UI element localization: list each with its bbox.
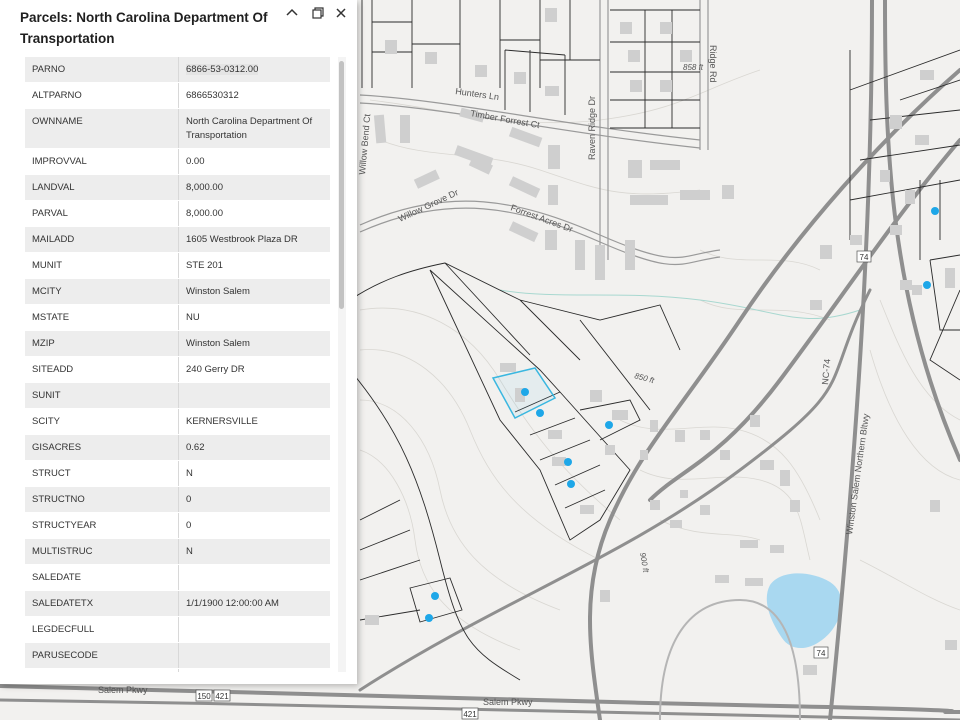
- attribute-value: 1605 Westbrook Plaza DR: [178, 226, 330, 253]
- attribute-value: 1/1/1900 12:00:00 AM: [178, 590, 330, 617]
- attribute-key: ALTPARNO: [25, 82, 179, 109]
- attribute-value: KERNERSVILLE: [178, 408, 330, 435]
- attribute-value: STE 201: [178, 252, 330, 279]
- attribute-row: GISACRES 0.62: [25, 434, 330, 461]
- attribute-row: MULTISTRUC N: [25, 538, 330, 565]
- attribute-row: PARNO 6866-53-0312.00: [25, 57, 330, 83]
- attribute-value: NU: [178, 304, 330, 331]
- attribute-row: STRUCTNO 0: [25, 486, 330, 513]
- attribute-value: [178, 564, 330, 591]
- shield-74-south: 74: [817, 649, 826, 658]
- attribute-key: MAILADD: [25, 226, 179, 253]
- attribute-row: OWNNAME North Carolina Department Of Tran…: [25, 108, 330, 149]
- attribute-key: MULTISTRUC: [25, 538, 179, 565]
- attribute-key: LEGDECFULL: [25, 616, 179, 643]
- attribute-row: STRUCTYEAR 0: [25, 512, 330, 539]
- attribute-row: MUNIT STE 201: [25, 252, 330, 279]
- attribute-row: SUNIT: [25, 382, 330, 409]
- popup-header: Parcels: North Carolina Department Of Tr…: [0, 0, 357, 56]
- attribute-key: MZIP: [25, 330, 179, 357]
- attribute-value: 0.00: [178, 148, 330, 175]
- attribute-row: MZIP Winston Salem: [25, 330, 330, 357]
- attribute-value: Winston Salem: [178, 278, 330, 305]
- popup-title: Parcels: North Carolina Department Of Tr…: [20, 10, 268, 46]
- attribute-key: STRUCTNO: [25, 486, 179, 513]
- attribute-key: SALEDATETX: [25, 590, 179, 617]
- attribute-row: SALEDATETX 1/1/1900 12:00:00 AM: [25, 590, 330, 617]
- chevron-up-icon[interactable]: [284, 6, 300, 22]
- label-raven-ridge-dr: Raven Ridge Dr: [587, 96, 597, 160]
- attribute-key: MUNIT: [25, 252, 179, 279]
- attribute-row: PARUSEDESC1.05-Manuf Homes: [25, 668, 330, 672]
- attribute-value: 1.05-Manuf Homes: [178, 668, 330, 672]
- attribute-key: OWNNAME: [25, 108, 179, 149]
- attribute-key: PARUSECODE: [25, 642, 179, 669]
- close-icon[interactable]: [333, 6, 349, 22]
- attribute-value: N: [178, 538, 330, 565]
- attribute-key: MSTATE: [25, 304, 179, 331]
- attribute-row: ALTPARNO 6866530312: [25, 82, 330, 109]
- attribute-row: SITEADD 240 Gerry DR: [25, 356, 330, 383]
- attribute-value: 0.62: [178, 434, 330, 461]
- attribute-key: LANDVAL: [25, 174, 179, 201]
- label-salem-pkwy-1: Salem Pkwy: [98, 685, 148, 695]
- scrollbar-thumb[interactable]: [339, 61, 344, 309]
- highlighted-value: 6866-53-0312.00: [186, 64, 259, 75]
- attribute-key: PARVAL: [25, 200, 179, 227]
- attribute-value: 0: [178, 486, 330, 513]
- attribute-key: STRUCT: [25, 460, 179, 487]
- attribute-table: PARNO 6866-53-0312.00 ALTPARNO 6866530312 OW…: [25, 57, 330, 672]
- popup-scrollbar[interactable]: [338, 57, 346, 672]
- attribute-key: PARNO: [25, 57, 179, 83]
- attribute-key: SCITY: [25, 408, 179, 435]
- attribute-key: MCITY: [25, 278, 179, 305]
- popup-panel: Parcels: North Carolina Department Of Tr…: [0, 0, 357, 684]
- shield-421-east: 421: [463, 710, 477, 719]
- attribute-value: 8,000.00: [178, 174, 330, 201]
- attribute-row: SALEDATE: [25, 564, 330, 591]
- label-ridge-rd: Ridge Rd: [708, 45, 718, 83]
- attribute-value: [178, 382, 330, 409]
- attribute-row: MSTATE NU: [25, 304, 330, 331]
- attribute-key: STRUCTYEAR: [25, 512, 179, 539]
- attribute-row: PARVAL 8,000.00: [25, 200, 330, 227]
- attribute-value: 6866530312: [178, 82, 330, 109]
- attribute-row: LEGDECFULL: [25, 616, 330, 643]
- attribute-value: 8,000.00: [178, 200, 330, 227]
- attribute-value: [178, 616, 330, 643]
- attribute-value: Winston Salem: [178, 330, 330, 357]
- shield-150: 150: [197, 692, 211, 701]
- attribute-row: LANDVAL 8,000.00: [25, 174, 330, 201]
- attribute-key: SALEDATE: [25, 564, 179, 591]
- label-elev-858: 858 ft: [683, 63, 704, 72]
- dock-icon[interactable]: [310, 6, 326, 22]
- label-salem-pkwy-2: Salem Pkwy: [483, 697, 533, 707]
- attribute-row: IMPROVVAL 0.00: [25, 148, 330, 175]
- attribute-value: North Carolina Department Of Transportat…: [178, 108, 330, 149]
- attribute-row: MAILADD 1605 Westbrook Plaza DR: [25, 226, 330, 253]
- shield-74-north: 74: [860, 253, 869, 262]
- attribute-value: 6866-53-0312.00: [178, 57, 330, 83]
- attribute-key: SUNIT: [25, 382, 179, 409]
- attribute-row: MCITY Winston Salem: [25, 278, 330, 305]
- attribute-row: STRUCT N: [25, 460, 330, 487]
- attribute-table-container: PARNO 6866-53-0312.00 ALTPARNO 6866530312 OW…: [25, 57, 330, 672]
- attribute-value: N: [178, 460, 330, 487]
- attribute-value: 0: [178, 512, 330, 539]
- attribute-key: SITEADD: [25, 356, 179, 383]
- attribute-value: [178, 642, 330, 669]
- attribute-value: 240 Gerry DR: [178, 356, 330, 383]
- attribute-key: PARUSEDESC: [25, 668, 179, 672]
- attribute-row: PARUSECODE: [25, 642, 330, 669]
- shield-421-west: 421: [215, 692, 229, 701]
- attribute-key: IMPROVVAL: [25, 148, 179, 175]
- attribute-row: SCITY KERNERSVILLE: [25, 408, 330, 435]
- attribute-key: GISACRES: [25, 434, 179, 461]
